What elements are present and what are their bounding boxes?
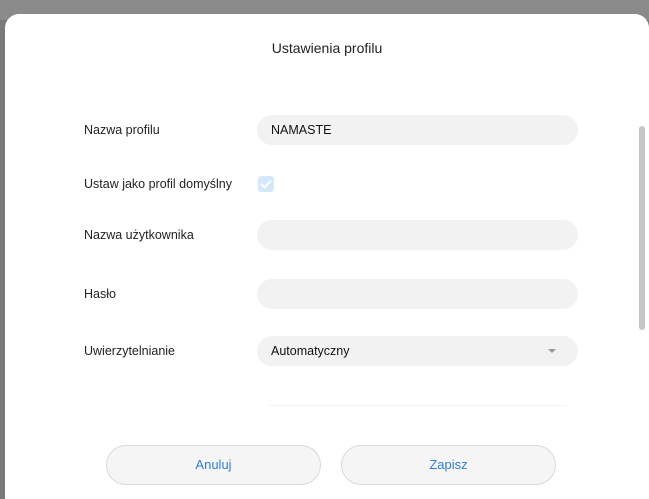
cancel-button[interactable]: Anuluj [106, 445, 321, 485]
profile-name-input[interactable]: NAMASTE [257, 115, 578, 145]
default-profile-row: Ustaw jako profil domyślny [5, 169, 625, 201]
profile-name-row: Nazwa profilu NAMASTE [5, 115, 625, 147]
default-profile-label: Ustaw jako profil domyślny [84, 177, 232, 191]
scrollbar-thumb[interactable] [639, 126, 645, 330]
username-row: Nazwa użytkownika [5, 220, 625, 252]
password-label: Hasło [84, 287, 116, 301]
default-profile-checkbox[interactable] [258, 176, 274, 192]
profile-name-label: Nazwa profilu [84, 123, 160, 137]
profile-settings-dialog: Ustawienia profilu Nazwa profilu NAMASTE… [5, 14, 649, 499]
dialog-title: Ustawienia profilu [271, 40, 383, 56]
check-icon [260, 179, 272, 189]
username-input[interactable] [257, 220, 578, 250]
authentication-row: Uwierzytelnianie Automatyczny [5, 336, 625, 368]
hidden-field-peek[interactable] [257, 405, 578, 406]
password-input[interactable] [257, 279, 578, 309]
username-label: Nazwa użytkownika [84, 228, 194, 242]
save-button[interactable]: Zapisz [341, 445, 556, 485]
settings-form: Nazwa profilu NAMASTE Ustaw jako profil … [5, 104, 625, 406]
authentication-select[interactable]: Automatyczny [257, 336, 578, 366]
authentication-label: Uwierzytelnianie [84, 344, 176, 358]
password-row: Hasło [5, 279, 625, 311]
authentication-select-value: Automatyczny [271, 344, 350, 358]
chevron-down-icon [548, 349, 556, 353]
